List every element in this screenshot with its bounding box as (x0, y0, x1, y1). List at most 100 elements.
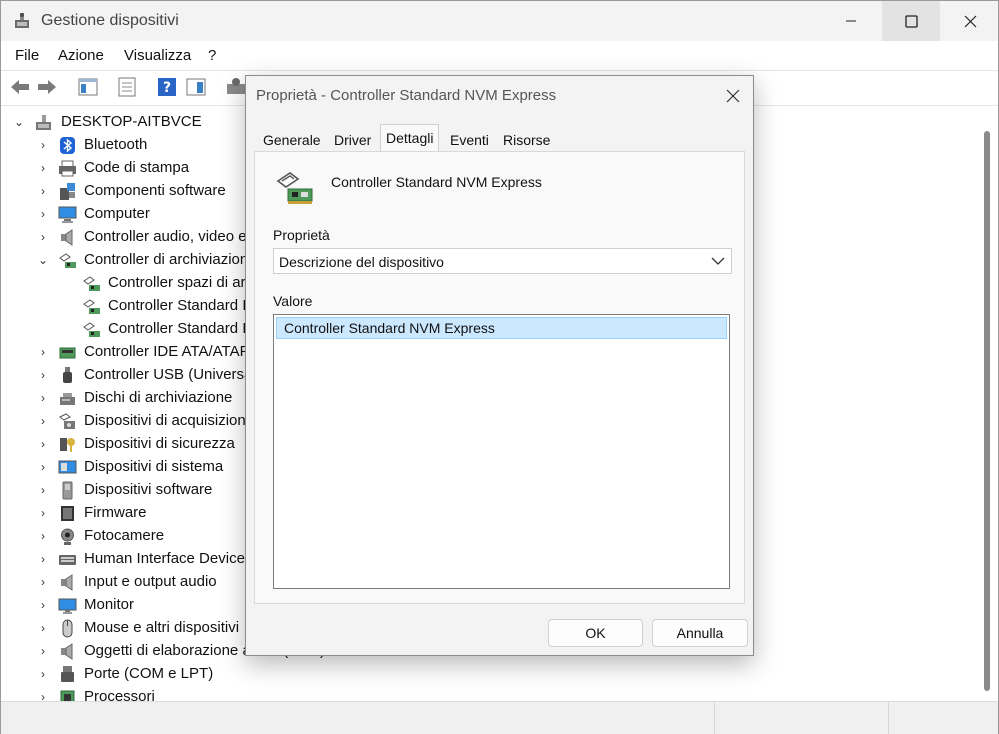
tree-item-label: Dispositivi di sicurezza (84, 435, 235, 452)
chevron-right-icon[interactable]: › (37, 368, 49, 382)
tab-risorse[interactable]: Risorse (498, 128, 555, 152)
tree-item-label: Controller spazi di ar (108, 274, 246, 291)
tab-dettagli[interactable]: Dettagli (380, 124, 440, 153)
tree-item-label: Bluetooth (84, 136, 148, 153)
property-dropdown[interactable]: Descrizione del dispositivo (273, 248, 732, 274)
chevron-right-icon[interactable]: › (37, 437, 49, 451)
chevron-down-icon[interactable]: ⌄ (13, 115, 25, 129)
tree-item-label: Componenti software (84, 182, 226, 199)
tree-item-label: Dispositivi di acquisizion (84, 412, 246, 429)
storage-controller-icon (276, 172, 313, 204)
disk-icon (60, 393, 75, 405)
menu-help[interactable]: ? (208, 47, 216, 64)
firmware-icon (61, 506, 74, 521)
chevron-right-icon[interactable]: › (37, 690, 49, 701)
minimize-button[interactable] (827, 1, 875, 41)
tree-item-label: Code di stampa (84, 159, 190, 176)
title-bar: Gestione dispositivi (1, 1, 998, 41)
chevron-right-icon[interactable]: › (37, 575, 49, 589)
speaker-icon (61, 229, 73, 246)
tree-category-item[interactable]: › Porte (COM e LPT) (1, 663, 901, 686)
help-icon[interactable]: ? (156, 76, 178, 98)
forward-arrow-icon[interactable] (36, 76, 58, 98)
tab-eventi[interactable]: Eventi (445, 128, 494, 152)
ide-controller-icon (59, 347, 76, 359)
chevron-right-icon[interactable]: › (37, 529, 49, 543)
tree-item-label: Firmware (84, 504, 147, 521)
chevron-right-icon[interactable]: › (37, 598, 49, 612)
tree-category-item[interactable]: › Processori (1, 686, 901, 701)
maximize-button[interactable] (882, 1, 940, 41)
software-device-icon (62, 481, 73, 500)
back-arrow-icon[interactable] (9, 76, 31, 98)
storage-controller-icon (59, 253, 76, 268)
properties-dialog: Proprietà - Controller Standard NVM Expr… (245, 75, 754, 656)
chevron-right-icon[interactable]: › (37, 644, 49, 658)
tree-item-label: Monitor (84, 596, 135, 613)
monitor-icon (58, 598, 77, 614)
usb-icon (63, 367, 72, 383)
chevron-right-icon[interactable]: › (37, 667, 49, 681)
status-segment (1, 702, 715, 734)
chevron-right-icon[interactable]: › (37, 552, 49, 566)
ok-button[interactable]: OK (548, 619, 643, 647)
processor-icon (60, 690, 75, 701)
printer-icon (59, 160, 76, 177)
chevron-right-icon[interactable]: › (37, 506, 49, 520)
tree-item-label: Computer (84, 205, 150, 222)
tree-item-label: Processori (84, 688, 155, 701)
chevron-right-icon[interactable]: › (37, 345, 49, 359)
cancel-button[interactable]: Annulla (652, 619, 748, 647)
speaker-icon (61, 643, 73, 660)
tree-item-label: Fotocamere (84, 527, 165, 544)
scan-hardware-icon[interactable] (225, 76, 247, 98)
maximize-icon (904, 14, 918, 28)
menu-bar: File Azione Visualizza ? (1, 41, 998, 69)
action-pane-icon[interactable] (185, 76, 207, 98)
tree-item-label: Dischi di archiviazione (84, 389, 233, 406)
vertical-scrollbar[interactable] (977, 107, 998, 701)
chevron-right-icon[interactable]: › (37, 483, 49, 497)
software-component-icon (60, 183, 75, 200)
menu-azione[interactable]: Azione (58, 47, 104, 64)
properties-icon[interactable] (116, 76, 138, 98)
value-label: Valore (273, 293, 313, 309)
tab-generale[interactable]: Generale (258, 128, 326, 152)
dialog-close-button[interactable] (718, 82, 748, 110)
tree-item-label: Controller di archiviazion (84, 251, 249, 268)
chevron-right-icon[interactable]: › (37, 207, 49, 221)
svg-text:?: ? (163, 80, 171, 96)
chevron-right-icon[interactable]: › (37, 621, 49, 635)
storage-controller-icon (83, 299, 100, 314)
camera-device-icon (59, 413, 75, 429)
chevron-down-icon[interactable]: ⌄ (37, 253, 49, 267)
menu-visualizza[interactable]: Visualizza (124, 47, 191, 64)
console-tree-icon[interactable] (77, 76, 99, 98)
tree-item-label: Human Interface Device (84, 550, 245, 567)
menu-file[interactable]: File (15, 47, 39, 64)
close-window-button[interactable] (946, 1, 994, 41)
tree-item-label: Dispositivi di sistema (84, 458, 224, 475)
chevron-right-icon[interactable]: › (37, 414, 49, 428)
list-item[interactable]: Controller Standard NVM Express (276, 317, 727, 339)
system-device-icon (58, 460, 77, 474)
window-title: Gestione dispositivi (41, 12, 179, 29)
chevron-right-icon[interactable]: › (37, 391, 49, 405)
computer-tower-icon (36, 115, 51, 130)
chevron-right-icon[interactable]: › (37, 230, 49, 244)
tree-item-label: Controller Standard I (108, 297, 247, 314)
device-name: Controller Standard NVM Express (331, 174, 542, 190)
close-icon (726, 89, 740, 103)
chevron-right-icon[interactable]: › (37, 184, 49, 198)
chevron-down-icon (711, 257, 725, 265)
details-panel: Controller Standard NVM Express Propriet… (254, 151, 745, 604)
computer-icon (58, 206, 77, 223)
chevron-right-icon[interactable]: › (37, 138, 49, 152)
scrollbar-thumb[interactable] (984, 131, 990, 691)
value-list[interactable]: Controller Standard NVM Express (273, 314, 730, 589)
tab-driver[interactable]: Driver (329, 128, 376, 152)
storage-controller-icon (83, 276, 100, 291)
chevron-right-icon[interactable]: › (37, 460, 49, 474)
status-bar (1, 701, 998, 734)
chevron-right-icon[interactable]: › (37, 161, 49, 175)
